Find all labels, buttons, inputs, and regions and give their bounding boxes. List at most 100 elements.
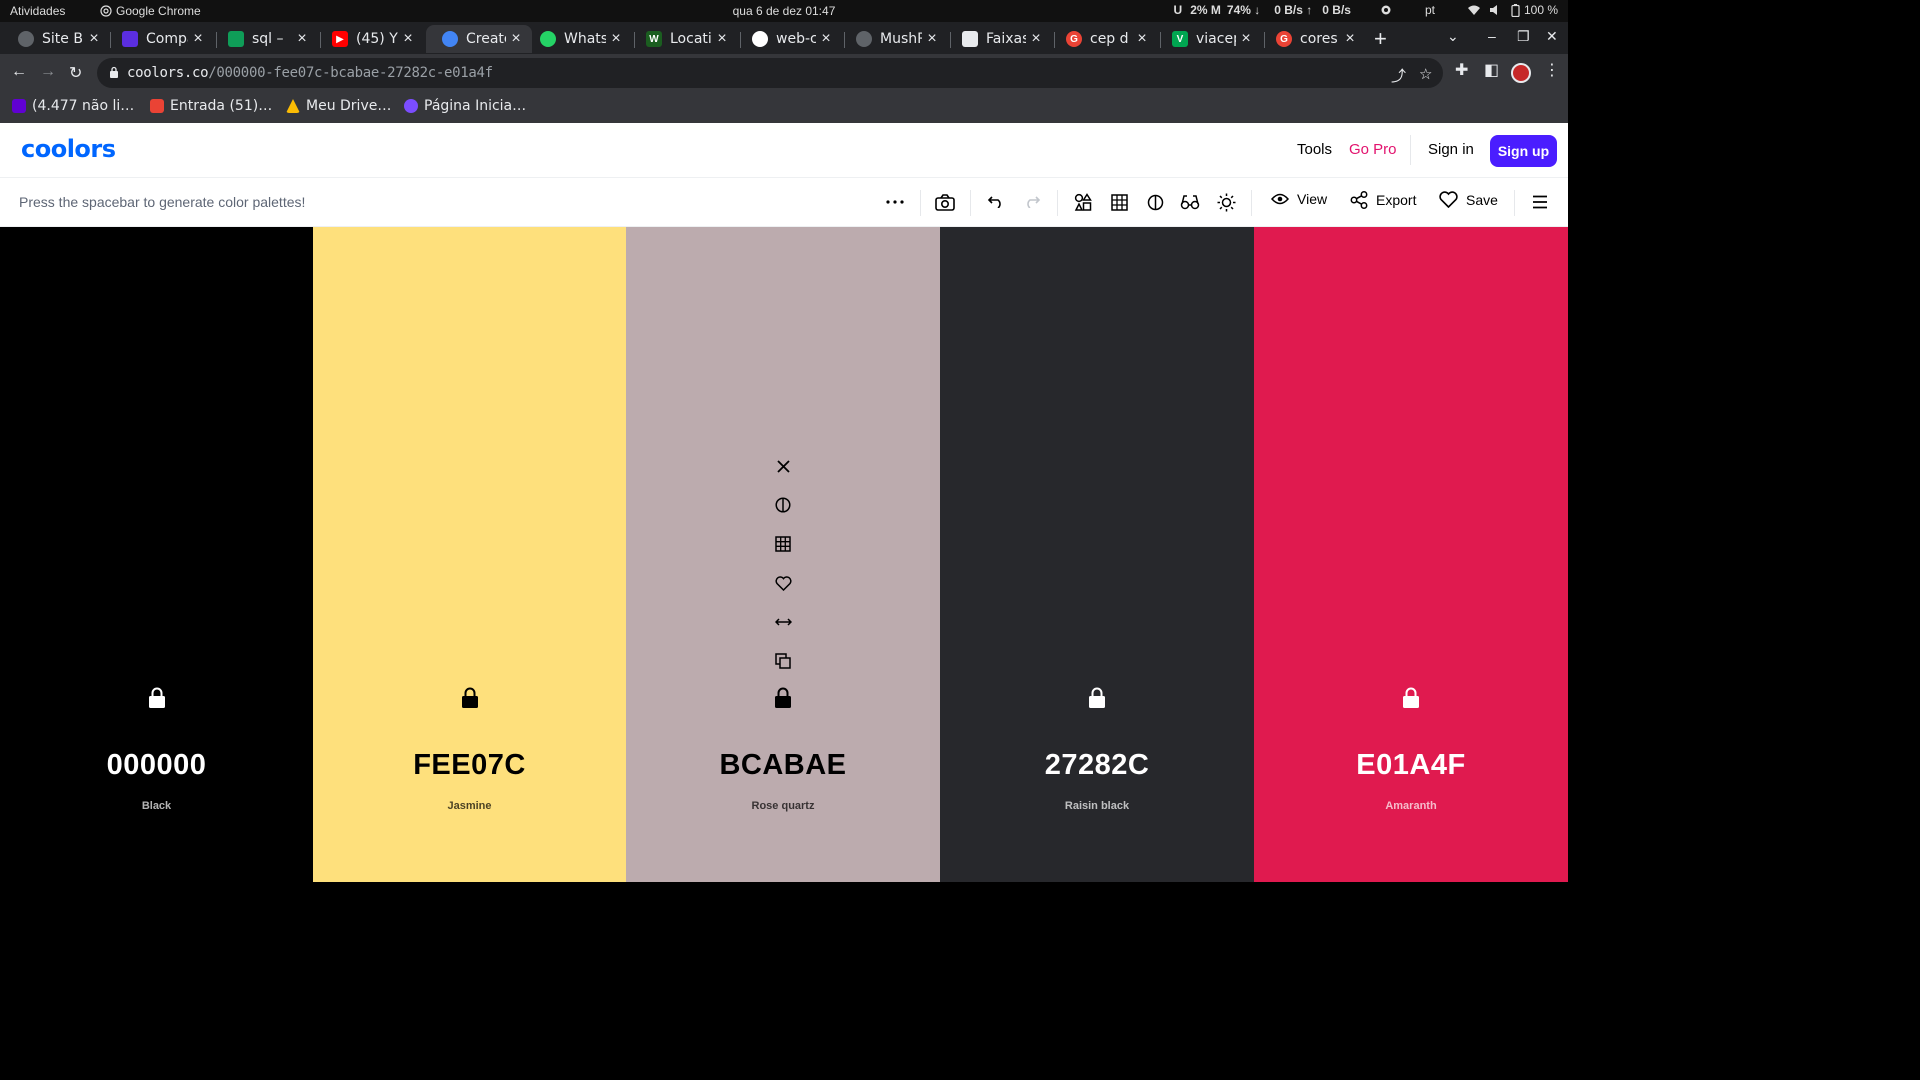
tab-title: cep d bbox=[1090, 31, 1129, 47]
sign-up-button[interactable]: Sign up bbox=[1490, 135, 1557, 167]
close-icon[interactable]: × bbox=[506, 30, 526, 48]
close-icon[interactable]: × bbox=[292, 30, 312, 48]
navigation-bar: ← → ↻ coolors.co/000000-fee07c-bcabae-27… bbox=[0, 54, 1568, 92]
minimize-icon[interactable]: – bbox=[1488, 28, 1496, 44]
tab-favicon: G bbox=[1276, 31, 1292, 47]
side-panel-icon[interactable]: ◧ bbox=[1484, 60, 1499, 80]
tab[interactable]: web-c × bbox=[736, 25, 842, 53]
tools-link[interactable]: Tools bbox=[1297, 141, 1332, 158]
lock-icon[interactable] bbox=[461, 687, 479, 709]
close-icon[interactable]: × bbox=[816, 30, 836, 48]
tab-strip: Site B× Compa× sql –× ▶(45) Y× Create× W… bbox=[0, 22, 1568, 54]
extensions-icon[interactable]: ✚ bbox=[1455, 60, 1468, 80]
brightness-icon[interactable] bbox=[1215, 191, 1237, 213]
tab[interactable]: Gcep d × bbox=[1050, 25, 1158, 53]
maximize-icon[interactable]: ❐ bbox=[1517, 28, 1530, 45]
tab[interactable]: Vviacep× bbox=[1156, 25, 1262, 53]
bookmark-item[interactable]: Meu Drive… bbox=[286, 98, 391, 114]
export-button[interactable]: Export bbox=[1350, 191, 1416, 209]
hex-code[interactable]: 27282C bbox=[940, 749, 1254, 782]
system-tray[interactable]: U 2% M 74% ↓ 0 B/s ↑ 0 B/s pt 100 % bbox=[1174, 3, 1558, 17]
shades-grid-icon[interactable] bbox=[772, 533, 794, 555]
go-pro-link[interactable]: Go Pro bbox=[1349, 141, 1397, 158]
tab[interactable]: ▶ (45) Y × bbox=[316, 25, 424, 53]
lock-icon[interactable] bbox=[148, 687, 166, 709]
color-swatch-2[interactable]: FEE07C Jasmine bbox=[313, 227, 626, 882]
close-icon[interactable]: × bbox=[1340, 30, 1360, 48]
redo-icon[interactable] bbox=[1021, 191, 1043, 213]
tab-title: Create bbox=[466, 31, 506, 47]
hex-code[interactable]: 000000 bbox=[0, 749, 313, 782]
color-swatch-5[interactable]: E01A4F Amaranth bbox=[1254, 227, 1568, 882]
sign-in-link[interactable]: Sign in bbox=[1428, 141, 1474, 158]
stat-download: 0 B/s bbox=[1322, 3, 1351, 17]
hamburger-menu-icon[interactable] bbox=[1529, 191, 1551, 213]
copy-icon[interactable] bbox=[772, 650, 794, 672]
close-window-icon[interactable]: ✕ bbox=[1546, 28, 1558, 45]
hex-code[interactable]: FEE07C bbox=[313, 749, 626, 782]
bookmark-item[interactable]: Entrada (51)… bbox=[150, 98, 272, 114]
close-icon[interactable]: × bbox=[84, 30, 104, 48]
quick-view-grid-icon[interactable] bbox=[1108, 191, 1130, 213]
view-button[interactable]: View bbox=[1271, 191, 1327, 207]
drag-arrows-icon[interactable] bbox=[772, 611, 794, 633]
camera-icon[interactable] bbox=[934, 191, 956, 213]
tab[interactable]: Gcores × bbox=[1260, 25, 1366, 53]
close-icon[interactable]: × bbox=[188, 30, 208, 48]
contrast-icon[interactable] bbox=[1144, 191, 1166, 213]
tab[interactable]: W Locati × bbox=[630, 25, 738, 53]
heart-icon[interactable] bbox=[772, 572, 794, 594]
tab[interactable]: MushR × bbox=[840, 25, 948, 53]
profile-avatar[interactable] bbox=[1511, 63, 1531, 83]
lock-icon[interactable] bbox=[1088, 687, 1106, 709]
lock-icon[interactable] bbox=[1402, 687, 1420, 709]
close-icon[interactable]: × bbox=[606, 30, 626, 48]
color-swatch-3[interactable]: BCABAE Rose quartz bbox=[626, 227, 940, 882]
close-icon[interactable]: × bbox=[1132, 30, 1152, 48]
coolors-logo[interactable]: coolors bbox=[21, 135, 116, 163]
tab[interactable]: sql – × bbox=[212, 25, 318, 53]
battery-level: 100 % bbox=[1523, 3, 1558, 17]
tab[interactable]: Compa× bbox=[106, 25, 214, 53]
app-menu[interactable]: Google Chrome bbox=[100, 4, 201, 18]
color-swatch-1[interactable]: 000000 Black bbox=[0, 227, 313, 882]
back-icon[interactable]: ← bbox=[11, 63, 27, 81]
close-icon[interactable]: × bbox=[712, 30, 732, 48]
color-swatch-4[interactable]: 27282C Raisin black bbox=[940, 227, 1254, 882]
adjust-palette-icon[interactable] bbox=[1072, 191, 1094, 213]
stat-u: U bbox=[1173, 3, 1183, 17]
tab-title: Locati bbox=[670, 31, 712, 47]
close-icon[interactable]: × bbox=[922, 30, 942, 48]
hex-code[interactable]: E01A4F bbox=[1254, 749, 1568, 782]
tab[interactable]: Faixas × bbox=[946, 25, 1052, 53]
more-options-icon[interactable] bbox=[884, 191, 906, 213]
site-header: coolors Tools Go Pro Sign in Sign up bbox=[0, 123, 1568, 178]
forward-icon[interactable]: → bbox=[40, 63, 56, 81]
save-button[interactable]: Save bbox=[1439, 191, 1498, 208]
close-icon[interactable]: × bbox=[398, 30, 418, 48]
color-name: Jasmine bbox=[447, 800, 492, 812]
address-bar[interactable]: coolors.co/000000-fee07c-bcabae-27282c-e… bbox=[97, 58, 1443, 88]
contrast-icon[interactable] bbox=[772, 494, 794, 516]
tab[interactable]: Whats × bbox=[524, 25, 632, 53]
color-blindness-glasses-icon[interactable] bbox=[1179, 191, 1201, 213]
menu-dots-icon[interactable]: ⋮ bbox=[1544, 60, 1560, 80]
undo-icon[interactable] bbox=[985, 191, 1007, 213]
new-tab-icon[interactable]: + bbox=[1374, 26, 1387, 52]
remove-color-icon[interactable] bbox=[772, 455, 794, 477]
bookmark-star-icon[interactable]: ☆ bbox=[1419, 65, 1432, 83]
tab-active[interactable]: Create× bbox=[426, 25, 532, 53]
tab-search-icon[interactable]: ⌄ bbox=[1447, 28, 1459, 45]
bookmark-item[interactable]: (4.477 não li… bbox=[12, 98, 134, 114]
lock-icon[interactable] bbox=[774, 687, 792, 709]
close-icon[interactable]: × bbox=[1236, 30, 1256, 48]
bookmark-label: Página Inicia… bbox=[424, 98, 527, 114]
tab[interactable]: Site B × bbox=[2, 25, 110, 53]
reload-icon[interactable]: ↻ bbox=[69, 63, 82, 83]
hex-code[interactable]: BCABAE bbox=[626, 749, 940, 782]
activities-button[interactable]: Atividades bbox=[10, 4, 65, 18]
close-icon[interactable]: × bbox=[1026, 30, 1046, 48]
share-icon[interactable]: ⤴ bbox=[1391, 65, 1406, 86]
bookmark-item[interactable]: Página Inicia… bbox=[404, 98, 526, 114]
lock-icon[interactable] bbox=[109, 66, 119, 78]
